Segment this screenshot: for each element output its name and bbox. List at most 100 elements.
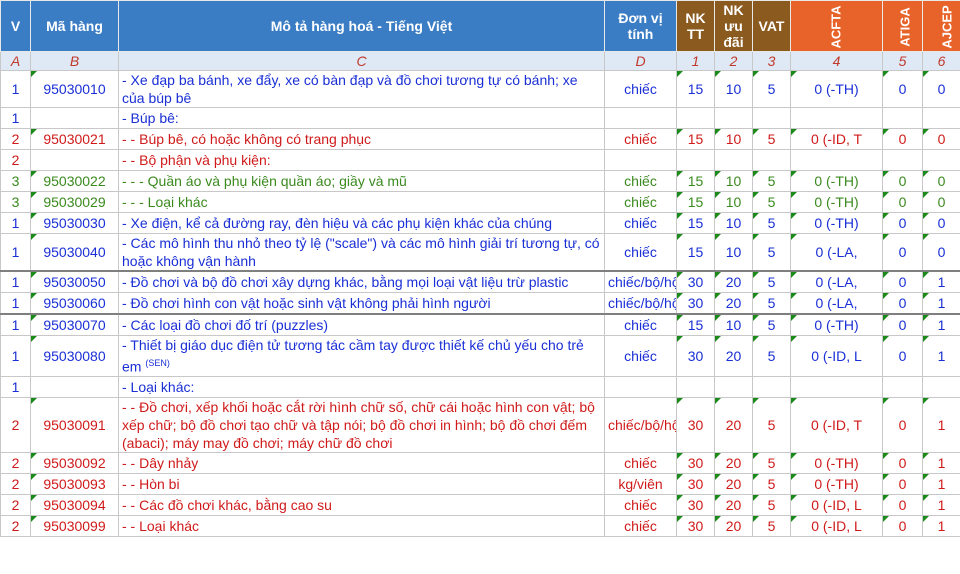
table-row[interactable]: 2 95030099- - Loại khác chiếc 30 20 5 0 (-ID, … [0, 514, 960, 537]
row-atiga[interactable]: 0 [882, 396, 923, 453]
row-acfta[interactable]: 0 (-LA, [790, 270, 883, 293]
row-level[interactable]: 2 [0, 493, 31, 516]
row-level[interactable]: 1 [0, 335, 31, 377]
row-code[interactable] [30, 149, 119, 171]
row-level[interactable]: 2 [0, 472, 31, 495]
row-nk-uu-dai[interactable]: 10 [714, 313, 753, 336]
row-acfta[interactable]: 0 (-LA, [790, 233, 883, 272]
row-unit[interactable] [604, 107, 677, 129]
row-nk-tt[interactable]: 15 [676, 128, 715, 150]
row-acfta[interactable]: 0 (-ID, T [790, 396, 883, 453]
row-description[interactable]: - - - Loại khác [118, 191, 605, 213]
row-unit[interactable]: chiếc [604, 451, 677, 474]
row-acfta[interactable]: 0 (-TH) [790, 170, 883, 192]
row-level[interactable]: 1 [0, 313, 31, 336]
row-ajcep[interactable]: 1 [922, 493, 960, 516]
row-unit[interactable]: chiếc [604, 313, 677, 336]
row-level[interactable]: 2 [0, 149, 31, 171]
row-nk-uu-dai[interactable] [714, 375, 753, 398]
row-unit[interactable]: kg/viên [604, 472, 677, 495]
row-vat[interactable]: 5 [752, 313, 791, 336]
row-atiga[interactable]: 0 [882, 472, 923, 495]
header-ajcep[interactable]: AJCEP [922, 0, 960, 52]
row-nk-tt[interactable]: 30 [676, 396, 715, 453]
row-description[interactable]: - - Các đồ chơi khác, bằng cao su [118, 493, 605, 516]
row-unit[interactable]: chiếc [604, 170, 677, 192]
row-unit[interactable]: chiếc [604, 335, 677, 377]
row-level[interactable]: 3 [0, 191, 31, 213]
row-code[interactable] [30, 107, 119, 129]
row-unit[interactable]: chiếc [604, 191, 677, 213]
row-code[interactable]: 95030029 [30, 191, 119, 213]
row-ajcep[interactable]: 1 [922, 335, 960, 377]
row-ajcep[interactable] [922, 107, 960, 129]
row-nk-tt[interactable]: 30 [676, 292, 715, 315]
row-description[interactable]: - Đồ chơi hình con vật hoặc sinh vật khô… [118, 292, 605, 315]
row-code[interactable]: 95030022 [30, 170, 119, 192]
row-ajcep[interactable]: 0 [922, 191, 960, 213]
row-description[interactable]: - Búp bê: [118, 107, 605, 129]
header-nk-uu-dai[interactable]: NK ưu đãi [714, 0, 753, 52]
row-nk-tt[interactable] [676, 375, 715, 398]
row-description[interactable]: - Thiết bị giáo dục điện tử tương tác cầ… [118, 335, 605, 377]
row-acfta[interactable] [790, 149, 883, 171]
row-nk-uu-dai[interactable]: 10 [714, 70, 753, 108]
row-code[interactable]: 95030080 [30, 335, 119, 377]
row-description[interactable]: - - Hòn bi [118, 472, 605, 495]
table-row[interactable]: 1 95030050- Đồ chơi và bộ đồ chơi xây dựn… [0, 270, 960, 293]
row-code[interactable]: 95030099 [30, 514, 119, 537]
row-code[interactable]: 95030091 [30, 396, 119, 453]
row-vat[interactable]: 5 [752, 493, 791, 516]
row-nk-uu-dai[interactable] [714, 149, 753, 171]
table-row[interactable]: 2 95030093- - Hòn bi kg/viên 30 20 5 0 (-TH) 0 1 [0, 472, 960, 495]
row-nk-tt[interactable]: 30 [676, 270, 715, 293]
row-nk-uu-dai[interactable]: 10 [714, 233, 753, 272]
row-vat[interactable]: 5 [752, 292, 791, 315]
row-level[interactable]: 1 [0, 70, 31, 108]
row-unit[interactable]: chiếc [604, 493, 677, 516]
table-row[interactable]: 2 95030021- - Búp bê, có hoặc không có tr… [0, 128, 960, 150]
row-vat[interactable]: 5 [752, 170, 791, 192]
row-ajcep[interactable]: 1 [922, 451, 960, 474]
row-description[interactable]: - Các mô hình thu nhỏ theo tỷ lệ ("scale… [118, 233, 605, 272]
row-ajcep[interactable] [922, 375, 960, 398]
row-vat[interactable]: 5 [752, 451, 791, 474]
row-atiga[interactable]: 0 [882, 335, 923, 377]
row-acfta[interactable]: 0 (-TH) [790, 313, 883, 336]
table-row[interactable]: 1 95030080- Thiết bị giáo dục điện tử tươ… [0, 335, 960, 377]
row-nk-tt[interactable] [676, 149, 715, 171]
row-code[interactable]: 95030094 [30, 493, 119, 516]
row-code[interactable]: 95030010 [30, 70, 119, 108]
row-nk-tt[interactable]: 30 [676, 472, 715, 495]
table-row[interactable]: 1 - Búp bê: [0, 107, 960, 129]
row-nk-uu-dai[interactable]: 10 [714, 191, 753, 213]
header-level[interactable]: V [0, 0, 31, 52]
row-description[interactable]: - - Đồ chơi, xếp khối hoặc cắt rời hình … [118, 396, 605, 453]
row-vat[interactable]: 5 [752, 191, 791, 213]
row-nk-uu-dai[interactable]: 20 [714, 292, 753, 315]
row-code[interactable]: 95030070 [30, 313, 119, 336]
table-row[interactable]: 3 95030022- - - Quần áo và phụ kiện quần … [0, 170, 960, 192]
row-code[interactable]: 95030092 [30, 451, 119, 474]
row-atiga[interactable]: 0 [882, 191, 923, 213]
row-unit[interactable]: chiếc [604, 128, 677, 150]
row-atiga[interactable]: 0 [882, 451, 923, 474]
row-code[interactable]: 95030060 [30, 292, 119, 315]
table-row[interactable]: 1 95030040- Các mô hình thu nhỏ theo tỷ l… [0, 233, 960, 272]
row-nk-uu-dai[interactable] [714, 107, 753, 129]
row-nk-uu-dai[interactable]: 20 [714, 514, 753, 537]
row-description[interactable]: - Xe điện, kể cả đường ray, đèn hiệu và … [118, 212, 605, 234]
row-ajcep[interactable]: 1 [922, 396, 960, 453]
row-unit[interactable]: chiếc [604, 70, 677, 108]
row-unit[interactable]: chiếc [604, 514, 677, 537]
row-ajcep[interactable]: 0 [922, 70, 960, 108]
row-level[interactable]: 2 [0, 451, 31, 474]
row-level[interactable]: 1 [0, 375, 31, 398]
row-level[interactable]: 1 [0, 270, 31, 293]
row-vat[interactable] [752, 149, 791, 171]
row-unit[interactable] [604, 375, 677, 398]
row-nk-tt[interactable]: 15 [676, 233, 715, 272]
row-level[interactable]: 3 [0, 170, 31, 192]
row-description[interactable]: - - Búp bê, có hoặc không có trang phục [118, 128, 605, 150]
row-nk-tt[interactable]: 30 [676, 493, 715, 516]
